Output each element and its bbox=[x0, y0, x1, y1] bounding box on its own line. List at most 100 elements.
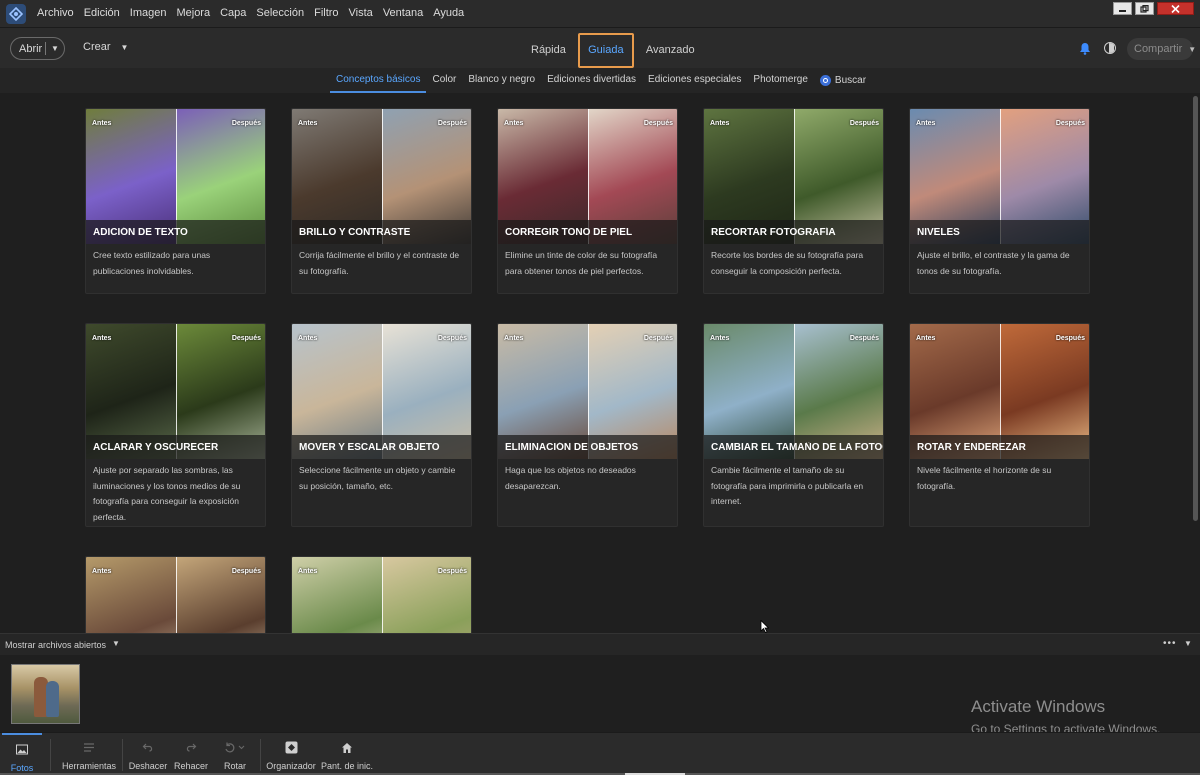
more-options-icon[interactable]: ••• bbox=[1163, 638, 1177, 649]
tab-ediciones-divertidas[interactable]: Ediciones divertidas bbox=[541, 68, 642, 93]
share-button[interactable]: Compartir ▼ bbox=[1127, 38, 1197, 60]
card-title: ADICIÓN DE TEXTO bbox=[93, 227, 188, 238]
guided-edit-card[interactable]: Antes Después ROTAR Y ENDEREZAR Nivele f… bbox=[909, 323, 1090, 527]
before-label: Antes bbox=[710, 120, 730, 127]
menu-capa[interactable]: Capa bbox=[215, 0, 251, 27]
card-title: CORREGIR TONO DE PIEL bbox=[505, 227, 633, 238]
rotate-label: Rotar bbox=[223, 761, 246, 771]
guided-edit-card[interactable]: Antes Después ACLARAR Y OSCURECER Ajuste… bbox=[85, 323, 266, 527]
guided-edit-card[interactable]: Antes Después bbox=[85, 556, 266, 633]
create-button[interactable]: Crear ▼ bbox=[83, 41, 128, 53]
restore-icon[interactable] bbox=[1135, 2, 1154, 15]
after-label: Después bbox=[1055, 335, 1085, 342]
menu-archivo[interactable]: Archivo bbox=[32, 0, 79, 27]
chevron-down-icon: ▼ bbox=[120, 42, 129, 52]
menu-edicion[interactable]: Edición bbox=[79, 0, 125, 27]
guided-edit-card[interactable]: Antes Después ELIMINACIÓN DE OBJETOS Hag… bbox=[497, 323, 678, 527]
menu-imagen[interactable]: Imagen bbox=[125, 0, 172, 27]
photo-bin-label[interactable]: Mostrar archivos abiertos bbox=[5, 640, 106, 650]
redo-icon bbox=[184, 741, 198, 754]
guided-edits-grid: Antes Después ADICIÓN DE TEXTO Cree text… bbox=[0, 94, 1190, 633]
minimize-icon[interactable] bbox=[1113, 2, 1132, 15]
guided-edit-card[interactable]: Antes Después BRILLO Y CONTRASTE Corrija… bbox=[291, 108, 472, 294]
mouse-cursor-icon bbox=[760, 620, 769, 633]
menu-ayuda[interactable]: Ayuda bbox=[428, 0, 469, 27]
undo-label: Deshacer bbox=[128, 761, 168, 771]
guided-edit-card[interactable]: Antes Después RECORTAR FOTOGRAFÍA Recort… bbox=[703, 108, 884, 294]
close-icon[interactable] bbox=[1157, 2, 1194, 15]
before-label: Antes bbox=[504, 120, 524, 127]
chevron-down-icon[interactable]: ▼ bbox=[46, 44, 64, 53]
menu-vista[interactable]: Vista bbox=[344, 0, 378, 27]
before-label: Antes bbox=[92, 335, 112, 342]
app-logo-icon[interactable] bbox=[6, 3, 26, 24]
guided-edit-card[interactable]: Antes Después bbox=[291, 556, 472, 633]
redo-button[interactable]: Rehacer bbox=[172, 733, 210, 775]
chevron-down-icon[interactable]: ▼ bbox=[112, 639, 120, 648]
tab-avanzado[interactable]: Avanzado bbox=[637, 33, 704, 68]
tab-photomerge[interactable]: Photomerge bbox=[747, 68, 813, 93]
tab-buscar[interactable]: Buscar bbox=[814, 68, 872, 93]
card-title: CAMBIAR EL TAMAÑO DE LA FOTOGR... bbox=[711, 442, 883, 453]
photo-bin bbox=[0, 655, 1200, 732]
open-button[interactable]: Abrir ▼ bbox=[10, 37, 65, 60]
organizer-button[interactable]: Organizador bbox=[266, 733, 316, 775]
menu-filtro[interactable]: Filtro bbox=[309, 0, 343, 27]
tools-icon bbox=[82, 741, 96, 754]
menu-seleccion[interactable]: Selección bbox=[251, 0, 309, 27]
card-description: Cree texto estilizado para unas publicac… bbox=[93, 250, 211, 276]
rotate-button[interactable]: Rotar bbox=[220, 733, 250, 775]
menu-mejora[interactable]: Mejora bbox=[171, 0, 215, 27]
card-description: Cambie fácilmente el tamaño de su fotogr… bbox=[711, 465, 864, 506]
scrollbar-thumb[interactable] bbox=[1193, 96, 1198, 521]
card-title: ELIMINACIÓN DE OBJETOS bbox=[505, 442, 639, 453]
home-screen-button[interactable]: Pant. de inic. bbox=[321, 733, 373, 775]
tab-ediciones-especiales[interactable]: Ediciones especiales bbox=[642, 68, 747, 93]
mode-tabs: Rápida Guiada Avanzado bbox=[522, 33, 704, 68]
card-description: Corrija fácilmente el brillo y el contra… bbox=[299, 250, 460, 276]
tools-label: Herramientas bbox=[61, 761, 117, 771]
content-scrollbar[interactable] bbox=[1191, 94, 1200, 633]
card-title: BRILLO Y CONTRASTE bbox=[299, 227, 411, 238]
redo-label: Rehacer bbox=[173, 761, 209, 771]
after-label: Después bbox=[849, 335, 879, 342]
card-title: ACLARAR Y OSCURECER bbox=[93, 442, 219, 453]
before-after-thumbnail: Antes Después bbox=[292, 557, 471, 633]
card-description: Haga que los objetos no deseados desapar… bbox=[505, 465, 636, 491]
theme-toggle-icon[interactable] bbox=[1104, 42, 1116, 54]
before-after-thumbnail: Antes Después BRILLO Y CONTRASTE bbox=[292, 109, 471, 244]
card-description: Ajuste el brillo, el contraste y la gama… bbox=[917, 250, 1070, 276]
tab-color[interactable]: Color bbox=[426, 68, 462, 93]
card-description: Ajuste por separado las sombras, las ilu… bbox=[93, 465, 241, 522]
guided-edit-card[interactable]: Antes Después CORREGIR TONO DE PIEL Elim… bbox=[497, 108, 678, 294]
share-button-label: Compartir bbox=[1134, 43, 1183, 55]
guided-edit-card[interactable]: Antes Después NIVELES Ajuste el brillo, … bbox=[909, 108, 1090, 294]
guided-edit-card[interactable]: Antes Después CAMBIAR EL TAMAÑO DE LA FO… bbox=[703, 323, 884, 527]
before-label: Antes bbox=[298, 568, 318, 575]
before-after-thumbnail: Antes Después ROTAR Y ENDEREZAR bbox=[910, 324, 1089, 459]
guided-edit-card[interactable]: Antes Después ADICIÓN DE TEXTO Cree text… bbox=[85, 108, 266, 294]
before-label: Antes bbox=[92, 120, 112, 127]
after-label: Después bbox=[231, 568, 261, 575]
photo-bin-header: Mostrar archivos abiertos ▼ ••• ▼ bbox=[0, 633, 1200, 655]
collapse-icon[interactable]: ▼ bbox=[1184, 639, 1192, 648]
undo-button[interactable]: Deshacer bbox=[128, 733, 168, 775]
tab-conceptos-basicos[interactable]: Conceptos básicos bbox=[329, 68, 427, 93]
before-label: Antes bbox=[916, 120, 936, 127]
bottom-taskbar: Fotos Herramientas Deshacer Rehacer Rota… bbox=[0, 732, 1200, 775]
undo-icon bbox=[141, 741, 155, 754]
before-after-thumbnail: Antes Después MOVER Y ESCALAR OBJETO bbox=[292, 324, 471, 459]
photos-button[interactable]: Fotos bbox=[2, 733, 42, 775]
menu-ventana[interactable]: Ventana bbox=[378, 0, 428, 27]
bell-icon[interactable] bbox=[1079, 42, 1091, 55]
tab-blanco-y-negro[interactable]: Blanco y negro bbox=[462, 68, 541, 93]
after-label: Después bbox=[437, 335, 467, 342]
guided-edit-card[interactable]: Antes Después MOVER Y ESCALAR OBJETO Sel… bbox=[291, 323, 472, 527]
chevron-down-icon: ▼ bbox=[1188, 44, 1197, 54]
tools-button[interactable]: Herramientas bbox=[60, 733, 118, 775]
tab-guiada[interactable]: Guiada bbox=[577, 33, 634, 68]
tab-rapida[interactable]: Rápida bbox=[522, 33, 575, 68]
card-description: Seleccione fácilmente un objeto y cambie… bbox=[299, 465, 456, 491]
open-file-thumbnail[interactable] bbox=[11, 664, 80, 724]
before-after-thumbnail: Antes Después RECORTAR FOTOGRAFÍA bbox=[704, 109, 883, 244]
